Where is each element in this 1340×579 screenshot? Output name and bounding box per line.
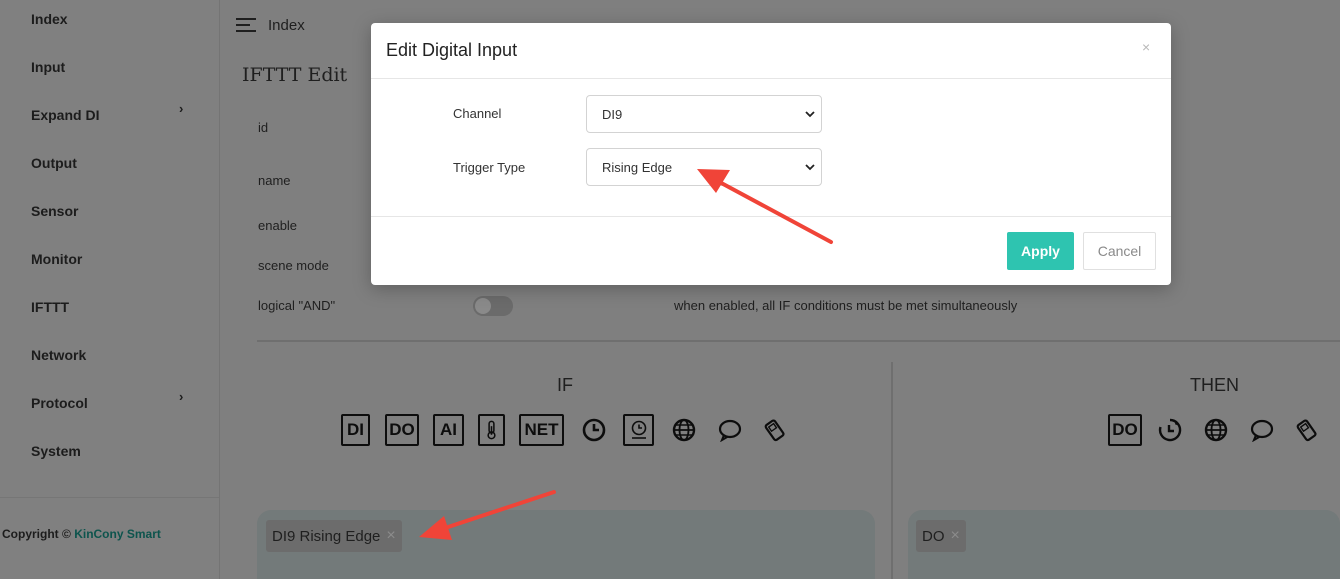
close-icon[interactable]: × — [386, 527, 395, 545]
ai-icon-label: AI — [440, 420, 457, 439]
then-heading: THEN — [1190, 375, 1239, 395]
sidebar-item-ifttt[interactable]: IFTTT — [31, 299, 69, 315]
chevron-right-icon: › — [179, 101, 184, 116]
trigger-type-select[interactable]: Rising Edge — [586, 148, 822, 186]
if-condition-tag-label: DI9 Rising Edge — [272, 527, 381, 545]
copyright-brand-link[interactable]: KinCony Smart — [74, 527, 161, 541]
sidebar-item-protocol[interactable]: Protocol — [31, 395, 88, 411]
apply-button[interactable]: Apply — [1007, 232, 1074, 270]
globe-icon[interactable] — [668, 414, 700, 446]
chevron-down-icon — [805, 164, 815, 171]
then-action-tag-label: DO — [922, 527, 945, 545]
di-icon[interactable]: DI — [341, 414, 370, 446]
sidebar-divider — [0, 497, 219, 498]
sidebar-item-monitor[interactable]: Monitor — [31, 251, 82, 267]
section-divider — [257, 340, 1340, 342]
clock-icon[interactable] — [578, 414, 610, 446]
di-icon-label: DI — [347, 420, 364, 439]
field-label-id: id — [258, 120, 269, 135]
do-icon-label: DO — [389, 420, 415, 439]
modal-header-divider — [371, 78, 1171, 79]
sidebar: Index Input Expand DI › Output Sensor Mo… — [0, 0, 219, 579]
chevron-down-icon — [805, 111, 815, 118]
do-icon[interactable]: DO — [385, 414, 419, 446]
logical-and-toggle[interactable] — [473, 296, 513, 316]
alarm-clock-icon[interactable] — [623, 414, 654, 446]
trigger-type-label: Trigger Type — [453, 160, 526, 175]
net-icon[interactable]: NET — [519, 414, 564, 446]
if-condition-tag[interactable]: DI9 Rising Edge × — [266, 520, 402, 552]
field-label-enable: enable — [258, 218, 298, 233]
field-label-logical-and: logical "AND" — [258, 298, 336, 313]
ai-icon[interactable]: AI — [433, 414, 464, 446]
then-do-icon[interactable]: DO — [1108, 414, 1142, 446]
column-divider — [891, 362, 893, 579]
cancel-button[interactable]: Cancel — [1083, 232, 1156, 270]
header-title: Index — [268, 17, 305, 34]
modal-footer-divider — [371, 216, 1171, 217]
then-phone-icon[interactable] — [1291, 414, 1323, 446]
close-icon[interactable]: × — [951, 527, 960, 545]
sidebar-item-sensor[interactable]: Sensor — [31, 203, 78, 219]
sms-icon[interactable] — [714, 414, 746, 446]
then-action-tag[interactable]: DO × — [916, 520, 966, 552]
if-heading: IF — [557, 375, 573, 395]
edit-digital-input-modal: Edit Digital Input × Channel DI9 Trigger… — [371, 23, 1171, 285]
sidebar-item-network[interactable]: Network — [31, 347, 86, 363]
close-icon[interactable]: × — [1142, 39, 1150, 55]
sidebar-item-system[interactable]: System — [31, 443, 81, 459]
timer-icon[interactable] — [1154, 414, 1186, 446]
sidebar-item-expand-di[interactable]: Expand DI — [31, 107, 99, 123]
channel-select-value: DI9 — [602, 106, 623, 122]
then-do-icon-label: DO — [1112, 420, 1138, 439]
channel-label: Channel — [453, 106, 502, 121]
copyright-prefix: Copyright © — [2, 527, 71, 541]
toggle-knob — [475, 298, 491, 314]
sidebar-item-output[interactable]: Output — [31, 155, 77, 171]
sidebar-item-input[interactable]: Input — [31, 59, 65, 75]
thermometer-icon[interactable] — [478, 414, 505, 446]
chevron-right-icon: › — [179, 389, 184, 404]
then-actions-box — [908, 510, 1340, 579]
copyright: Copyright © KinCony Smart — [2, 527, 161, 541]
net-icon-label: NET — [524, 420, 559, 439]
logical-and-hint: when enabled, all IF conditions must be … — [674, 298, 1018, 313]
then-globe-icon[interactable] — [1200, 414, 1232, 446]
field-label-scene-mode: scene mode — [258, 258, 329, 273]
trigger-type-select-value: Rising Edge — [602, 159, 673, 175]
phone-icon[interactable] — [759, 414, 791, 446]
modal-title: Edit Digital Input — [386, 40, 518, 60]
channel-select[interactable]: DI9 — [586, 95, 822, 133]
then-sms-icon[interactable] — [1246, 414, 1278, 446]
sidebar-item-index[interactable]: Index — [31, 11, 68, 27]
page-title: IFTTT Edit — [242, 64, 348, 86]
field-label-name: name — [258, 173, 291, 188]
hamburger-menu-icon[interactable] — [236, 18, 256, 34]
